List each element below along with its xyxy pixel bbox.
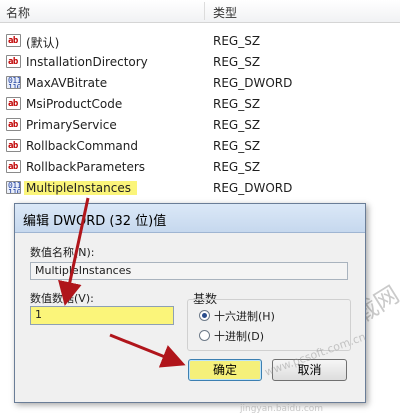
arrow-to-value-data bbox=[58, 197, 90, 306]
arrow-to-ok-button bbox=[109, 333, 186, 368]
annotation-arrows bbox=[58, 197, 186, 368]
